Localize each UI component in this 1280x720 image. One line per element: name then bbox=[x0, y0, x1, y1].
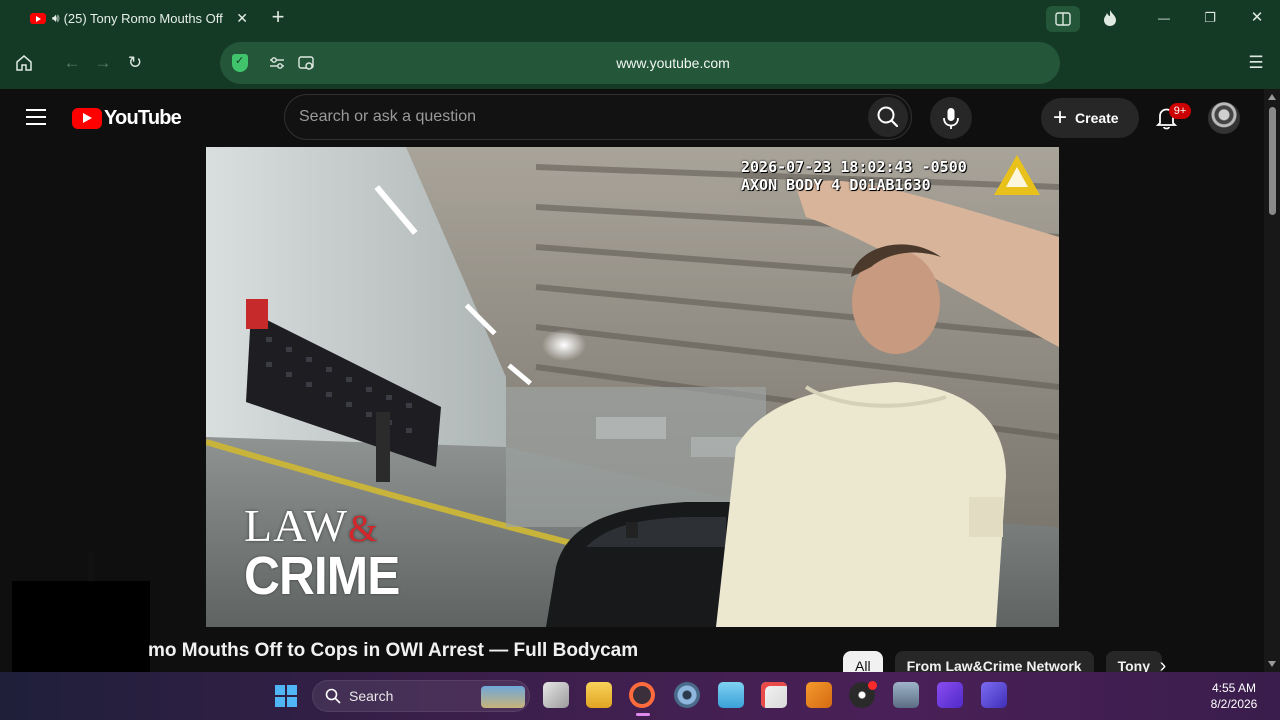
bodycam-timestamp: 2026-07-23 18:02:43 -0500 AXON BODY 4 D01… bbox=[741, 158, 967, 194]
windows-start-icon[interactable] bbox=[274, 684, 298, 713]
youtube-wordmark: YouTube bbox=[104, 106, 182, 129]
youtube-header: YouTube + Create 9+ bbox=[0, 89, 1264, 147]
browser-tab[interactable]: 🔊︎ (25) Tony Romo Mouths Off ✕ bbox=[22, 4, 256, 33]
notepad-icon[interactable] bbox=[718, 682, 744, 708]
axon-logo-icon bbox=[994, 155, 1040, 195]
sidebar-toggle-icon[interactable] bbox=[1046, 6, 1080, 32]
black-overlay-box bbox=[12, 581, 150, 673]
create-label: Create bbox=[1075, 110, 1119, 126]
close-window-button[interactable]: ✕ bbox=[1245, 6, 1269, 30]
timestamp-line-1: 2026-07-23 18:02:43 -0500 bbox=[741, 158, 967, 176]
recording-dot-icon bbox=[868, 681, 877, 690]
voice-search-button[interactable] bbox=[930, 97, 972, 139]
timestamp-line-2: AXON BODY 4 D01AB1630 bbox=[741, 176, 931, 194]
address-bar[interactable]: www.youtube.com bbox=[220, 42, 1060, 84]
taskbar-search[interactable]: Search bbox=[312, 680, 530, 712]
tab-close-icon[interactable]: ✕ bbox=[236, 10, 248, 27]
clipchamp-icon[interactable] bbox=[937, 682, 963, 708]
browser-toolbar: ← → ↻ www.youtube.com ☰ bbox=[0, 37, 1280, 89]
overlay-tab bbox=[88, 551, 94, 583]
watermark-crime: CRIME bbox=[244, 546, 400, 606]
youtube-favicon-icon bbox=[30, 13, 46, 24]
home-icon[interactable] bbox=[12, 51, 36, 75]
forward-arrow-icon[interactable]: → bbox=[91, 51, 115, 75]
search-box bbox=[284, 94, 912, 140]
browser-menu-icon[interactable]: ☰ bbox=[1244, 51, 1268, 75]
speaker-icon[interactable]: 🔊︎ bbox=[52, 11, 60, 26]
url-text[interactable]: www.youtube.com bbox=[220, 42, 1126, 84]
search-button[interactable] bbox=[868, 97, 908, 137]
notes-app-icon[interactable] bbox=[981, 682, 1007, 708]
watermark-ampersand: & bbox=[348, 508, 379, 550]
taskbar-search-icon bbox=[325, 688, 341, 709]
video-player[interactable]: 2026-07-23 18:02:43 -0500 AXON BODY 4 D01… bbox=[206, 147, 1059, 627]
hamburger-menu-icon[interactable] bbox=[26, 109, 46, 125]
active-app-indicator bbox=[636, 713, 650, 716]
restore-button[interactable]: ❐ bbox=[1198, 6, 1222, 30]
back-arrow-icon[interactable]: ← bbox=[60, 51, 84, 75]
flame-icon[interactable] bbox=[1098, 6, 1122, 30]
fl-studio-icon[interactable] bbox=[806, 682, 832, 708]
search-highlight-icon bbox=[481, 686, 525, 708]
scroll-up-arrow-icon[interactable] bbox=[1268, 94, 1276, 100]
plus-icon: + bbox=[1053, 104, 1068, 131]
youtube-play-icon bbox=[72, 107, 102, 129]
minimize-button[interactable]: — bbox=[1152, 6, 1176, 30]
notification-badge: 9+ bbox=[1169, 103, 1191, 119]
account-avatar[interactable] bbox=[1208, 102, 1240, 134]
tab-title: (25) Tony Romo Mouths Off bbox=[63, 11, 223, 26]
paint-icon[interactable] bbox=[761, 682, 787, 708]
scrollbar-thumb[interactable] bbox=[1269, 107, 1276, 215]
task-view-icon[interactable] bbox=[543, 682, 569, 708]
youtube-logo[interactable]: YouTube bbox=[72, 106, 182, 129]
watermark-law: LAW bbox=[244, 500, 349, 551]
clock-time: 4:55 AM bbox=[1211, 681, 1257, 695]
taskbar-search-label: Search bbox=[349, 688, 394, 704]
microphone-icon bbox=[943, 108, 959, 129]
clock-date: 8/2/2026 bbox=[1210, 697, 1258, 711]
settings-gear-icon[interactable] bbox=[674, 682, 700, 708]
page-scrollbar[interactable] bbox=[1264, 89, 1280, 672]
browser-app-icon[interactable] bbox=[629, 682, 655, 708]
scroll-down-arrow-icon[interactable] bbox=[1268, 661, 1276, 667]
law-crime-watermark: LAW& CRIME bbox=[244, 503, 413, 606]
system-clock[interactable]: 4:55 AM 8/2/2026 bbox=[1196, 680, 1272, 712]
browser-tab-bar: 🔊︎ (25) Tony Romo Mouths Off ✕ + — ❐ ✕ bbox=[0, 0, 1280, 37]
search-icon bbox=[877, 106, 899, 128]
file-explorer-icon[interactable] bbox=[586, 682, 612, 708]
reload-icon[interactable]: ↻ bbox=[123, 51, 147, 75]
create-button[interactable]: + Create bbox=[1041, 98, 1139, 138]
windows-taskbar: Search 4:55 AM 8/2/2026 bbox=[0, 672, 1280, 720]
new-tab-button[interactable]: + bbox=[266, 5, 290, 29]
search-input[interactable] bbox=[299, 95, 859, 139]
video-title: mo Mouths Off to Cops in OWI Arrest — Fu… bbox=[148, 640, 639, 661]
calculator-icon[interactable] bbox=[893, 682, 919, 708]
